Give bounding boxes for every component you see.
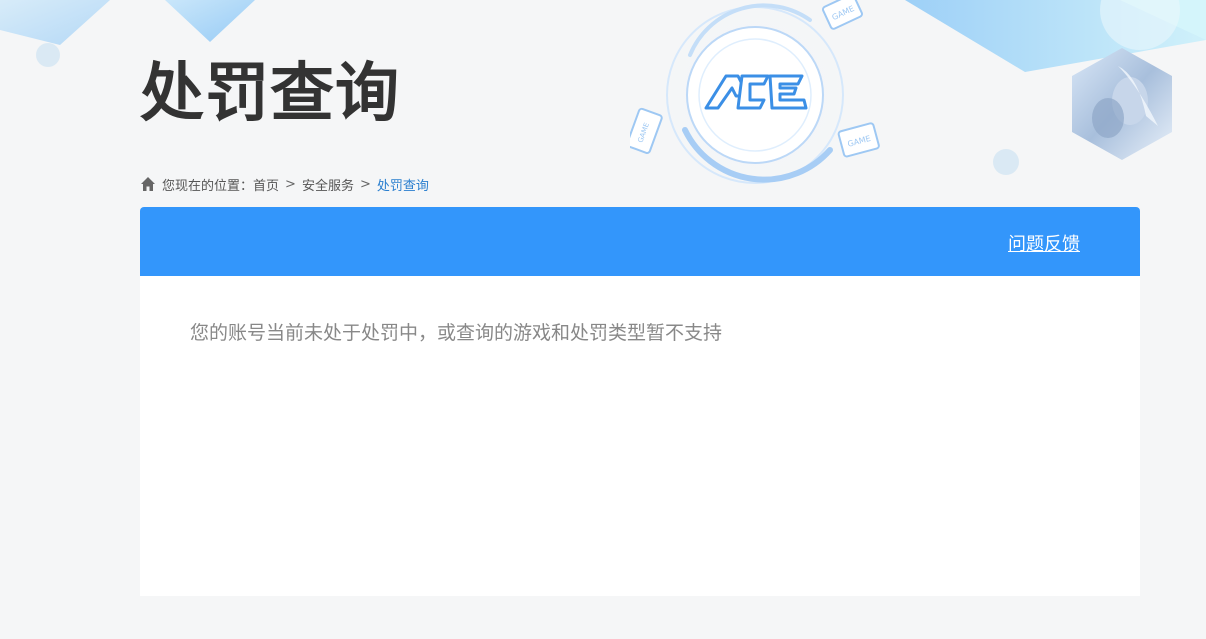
breadcrumb-security-service[interactable]: 安全服务 [302, 175, 354, 194]
ace-emblem: GAME GAME GAME [630, 0, 880, 195]
feedback-link[interactable]: 问题反馈 [1008, 230, 1080, 256]
breadcrumb-prefix: 您现在的位置： [162, 178, 254, 194]
breadcrumb-separator: > [359, 176, 371, 192]
result-panel: 问题反馈 您的账号当前未处于处罚中，或查询的游戏和处罚类型暂不支持 [140, 207, 1140, 596]
page-title: 处罚查询 [140, 57, 400, 131]
home-icon [141, 177, 155, 191]
panel-header: 问题反馈 [140, 207, 1140, 276]
breadcrumb: 您现在的位置： 首页 > 安全服务 > 处罚查询 [140, 174, 429, 194]
breadcrumb-current: 处罚查询 [376, 178, 429, 194]
breadcrumb-separator: > [285, 176, 296, 192]
panel-body: 您的账号当前未处于处罚中，或查询的游戏和处罚类型暂不支持 [140, 276, 1140, 387]
breadcrumb-home[interactable]: 首页 [253, 175, 279, 194]
result-message: 您的账号当前未处于处罚中，或查询的游戏和处罚类型暂不支持 [190, 322, 723, 344]
character-avatar [1072, 48, 1172, 160]
